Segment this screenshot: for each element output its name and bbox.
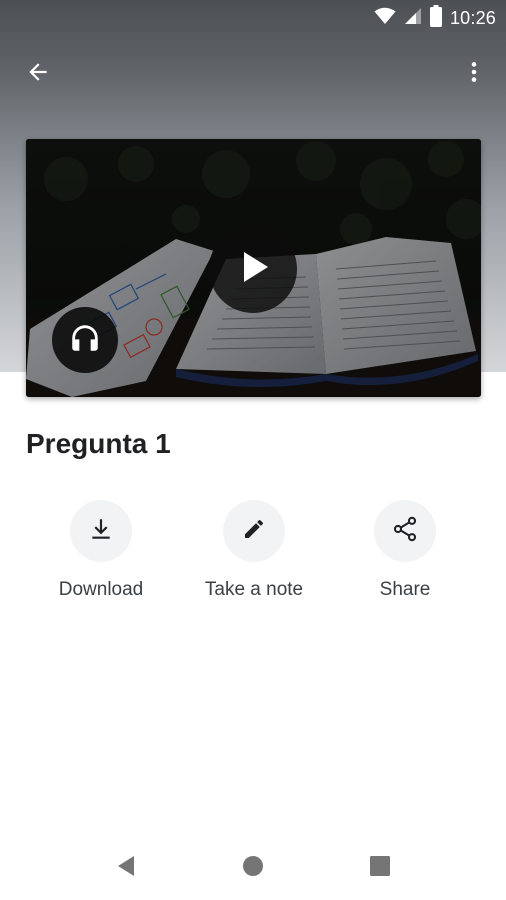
battery-icon (429, 4, 442, 32)
cell-signal-icon (404, 7, 422, 30)
take-note-button[interactable]: Take a note (184, 500, 324, 601)
wifi-icon (374, 7, 396, 30)
back-button[interactable] (18, 54, 58, 94)
nav-recents-button[interactable] (362, 850, 398, 886)
nav-home-button[interactable] (235, 850, 271, 886)
page-title: Pregunta 1 (26, 428, 171, 459)
share-icon (391, 515, 419, 548)
download-button[interactable]: Download (31, 500, 171, 601)
status-bar: 10:26 (0, 0, 506, 36)
take-note-label: Take a note (204, 579, 304, 600)
action-row: Download Take a note Share (0, 500, 506, 610)
pencil-icon (242, 517, 266, 546)
play-icon (233, 247, 273, 292)
arrow-back-icon (25, 59, 51, 90)
nav-back-icon (115, 854, 137, 883)
share-label: Share (379, 579, 431, 600)
share-button[interactable]: Share (335, 500, 475, 601)
nav-home-icon (242, 855, 264, 882)
download-icon (88, 516, 114, 547)
take-note-button-circle[interactable] (223, 500, 285, 562)
more-vert-icon (461, 59, 487, 90)
screen: 10:26 Pregunta 1 Download Take a note Sh… (0, 0, 506, 900)
headphones-icon (68, 321, 102, 360)
media-thumbnail[interactable] (26, 139, 481, 397)
audio-button[interactable] (52, 307, 118, 373)
status-icons: 10:26 (374, 4, 496, 32)
more-options-button[interactable] (454, 54, 494, 94)
system-nav-bar (0, 836, 506, 900)
download-label: Download (58, 579, 144, 600)
download-button-circle[interactable] (70, 500, 132, 562)
play-button[interactable] (209, 225, 297, 313)
nav-recents-icon (369, 855, 391, 882)
status-time: 10:26 (449, 7, 496, 28)
share-button-circle[interactable] (374, 500, 436, 562)
app-bar (0, 44, 506, 104)
nav-back-button[interactable] (108, 850, 144, 886)
